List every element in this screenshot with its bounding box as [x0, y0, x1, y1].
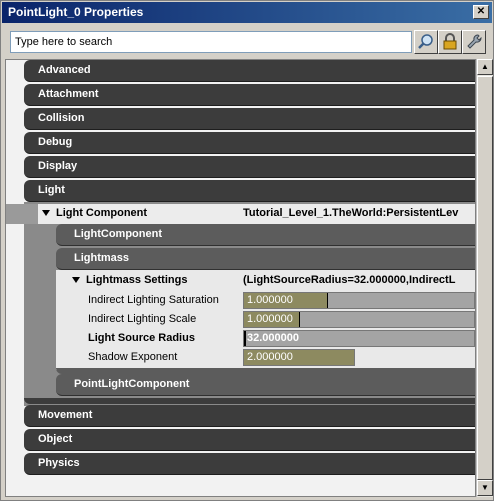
category-label: Object — [38, 433, 73, 445]
title-bar[interactable]: PointLight_0 Properties ✕ — [2, 2, 492, 23]
property-row[interactable]: Indirect Lighting Scale 1.000000 — [56, 310, 475, 329]
value-text: 1.000000 — [244, 293, 328, 308]
property-label: Light Source Radius — [88, 332, 195, 344]
expand-arrow-icon[interactable] — [72, 277, 80, 284]
value-text: 2.000000 — [244, 350, 354, 365]
category-physics[interactable]: Physics — [24, 453, 475, 475]
subcategory-lightcomponent[interactable]: LightComponent — [56, 224, 475, 246]
light-component-value: Tutorial_Level_1.TheWorld:PersistentLev — [243, 207, 459, 219]
subcategory-label: PointLightComponent — [74, 378, 190, 390]
value-slider[interactable]: 1.000000 — [243, 311, 475, 328]
property-row[interactable]: Indirect Lighting Saturation 1.000000 — [56, 291, 475, 310]
value-slider[interactable]: 32.000000 — [243, 330, 475, 347]
scroll-thumb[interactable] — [477, 76, 493, 480]
value-slider[interactable]: 1.000000 — [243, 292, 475, 309]
category-advanced[interactable]: Advanced — [24, 60, 475, 82]
category-collision[interactable]: Collision — [24, 108, 475, 130]
properties-window: PointLight_0 Properties ✕ Advanced — [0, 0, 494, 501]
category-label: Collision — [38, 112, 85, 124]
category-label: Advanced — [38, 64, 91, 76]
close-button[interactable]: ✕ — [473, 5, 489, 19]
property-tree: Advanced Attachment Collision Debug Disp… — [5, 59, 476, 497]
subcategory-label: LightComponent — [74, 228, 162, 240]
value-slider[interactable]: 2.000000 — [243, 349, 355, 366]
category-debug[interactable]: Debug — [24, 132, 475, 154]
search-input[interactable] — [10, 31, 412, 53]
property-label: Indirect Lighting Scale — [88, 313, 197, 325]
property-label: Shadow Exponent — [88, 351, 178, 363]
category-label: Movement — [38, 409, 93, 421]
lightmass-settings-label: Lightmass Settings — [72, 274, 187, 286]
property-row[interactable]: Light Source Radius 32.000000 — [56, 329, 475, 348]
category-attachment[interactable]: Attachment — [24, 84, 475, 106]
lock-button[interactable] — [438, 30, 462, 54]
category-label: Light — [38, 184, 65, 196]
window-title: PointLight_0 Properties — [8, 5, 144, 19]
lightmass-settings-value: (LightSourceRadius=32.000000,IndirectL — [243, 274, 456, 286]
light-component-row[interactable]: Light Component Tutorial_Level_1.TheWorl… — [6, 204, 475, 224]
close-icon: ✕ — [476, 6, 486, 17]
category-display[interactable]: Display — [24, 156, 475, 178]
value-text: 32.000000 — [247, 332, 299, 344]
arrow-up-icon: ▲ — [481, 62, 489, 71]
row-gutter — [6, 204, 38, 224]
wrench-button[interactable] — [462, 30, 486, 54]
lock-icon — [443, 33, 457, 50]
subcategory-pointlightcomponent[interactable]: PointLightComponent — [56, 374, 475, 396]
subcategory-lightmass[interactable]: Lightmass — [56, 248, 475, 270]
wrench-icon — [467, 34, 482, 49]
value-fill-bar — [244, 331, 246, 346]
category-label: Debug — [38, 136, 73, 148]
search-toolbar — [2, 23, 492, 61]
light-component-label: Light Component — [42, 207, 147, 219]
category-label: Display — [38, 160, 78, 172]
lightmass-settings-row[interactable]: Lightmass Settings (LightSourceRadius=32… — [56, 271, 475, 290]
property-label: Indirect Lighting Saturation — [88, 294, 219, 306]
scroll-up-button[interactable]: ▲ — [477, 59, 493, 75]
value-text: 1.000000 — [244, 312, 300, 327]
expand-arrow-icon[interactable] — [42, 210, 50, 217]
category-label: Physics — [38, 457, 80, 469]
category-label: Attachment — [38, 88, 99, 100]
arrow-down-icon: ▼ — [481, 483, 489, 492]
search-button[interactable] — [414, 30, 438, 54]
property-row[interactable]: Shadow Exponent 2.000000 — [56, 348, 475, 367]
vertical-scrollbar[interactable]: ▲ ▼ — [476, 59, 493, 497]
scroll-down-button[interactable]: ▼ — [477, 480, 493, 496]
category-object[interactable]: Object — [24, 429, 475, 451]
light-block-footer — [24, 398, 475, 404]
category-light[interactable]: Light — [24, 180, 475, 202]
magnifier-icon — [418, 34, 433, 49]
category-movement[interactable]: Movement — [24, 405, 475, 427]
subcategory-label: Lightmass — [74, 252, 130, 264]
